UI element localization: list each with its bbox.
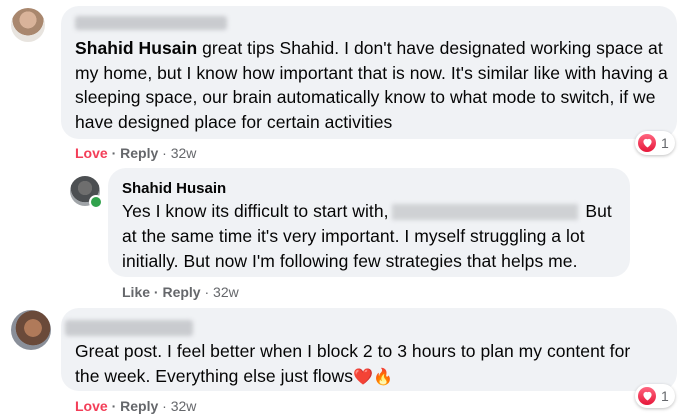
emoji-hearts-fire: ❤️🔥 bbox=[353, 368, 393, 386]
reply-actions: Like · Reply · 32w bbox=[122, 284, 239, 300]
reply-author-name[interactable]: Shahid Husain bbox=[122, 180, 226, 197]
comment-timestamp[interactable]: 32w bbox=[171, 398, 197, 414]
online-status-dot bbox=[89, 195, 103, 209]
redacted-commenter-name bbox=[75, 16, 227, 30]
tagged-user-link[interactable]: Shahid Husain bbox=[75, 38, 197, 58]
love-reaction-button[interactable]: Love bbox=[75, 398, 108, 414]
reaction-count-badge[interactable]: 1 bbox=[635, 131, 675, 155]
like-button[interactable]: Like bbox=[122, 284, 150, 300]
comment-text: Great post. I feel better when I block 2… bbox=[75, 341, 631, 386]
reaction-count: 1 bbox=[661, 135, 669, 151]
reaction-count: 1 bbox=[661, 388, 669, 404]
reaction-count-badge[interactable]: 1 bbox=[635, 384, 675, 408]
reply-button[interactable]: Reply bbox=[120, 145, 158, 161]
redacted-commenter-name bbox=[65, 320, 193, 336]
commenter-avatar[interactable] bbox=[11, 310, 51, 350]
redacted-text bbox=[391, 204, 578, 221]
reply-button[interactable]: Reply bbox=[120, 398, 158, 414]
heart-icon bbox=[638, 387, 656, 405]
comment-timestamp[interactable]: 32w bbox=[213, 284, 239, 300]
comment-timestamp[interactable]: 32w bbox=[171, 145, 197, 161]
reply-button[interactable]: Reply bbox=[162, 284, 200, 300]
reply-text: Yes I know its difficult to start with, … bbox=[122, 201, 612, 271]
comment-actions: Love · Reply · 32w bbox=[75, 145, 197, 161]
love-reaction-button[interactable]: Love bbox=[75, 145, 108, 161]
heart-icon bbox=[638, 134, 656, 152]
comment-text: Shahid Husain great tips Shahid. I don't… bbox=[75, 38, 668, 132]
commenter-avatar[interactable] bbox=[11, 8, 45, 42]
comment-actions: Love · Reply · 32w bbox=[75, 398, 197, 414]
